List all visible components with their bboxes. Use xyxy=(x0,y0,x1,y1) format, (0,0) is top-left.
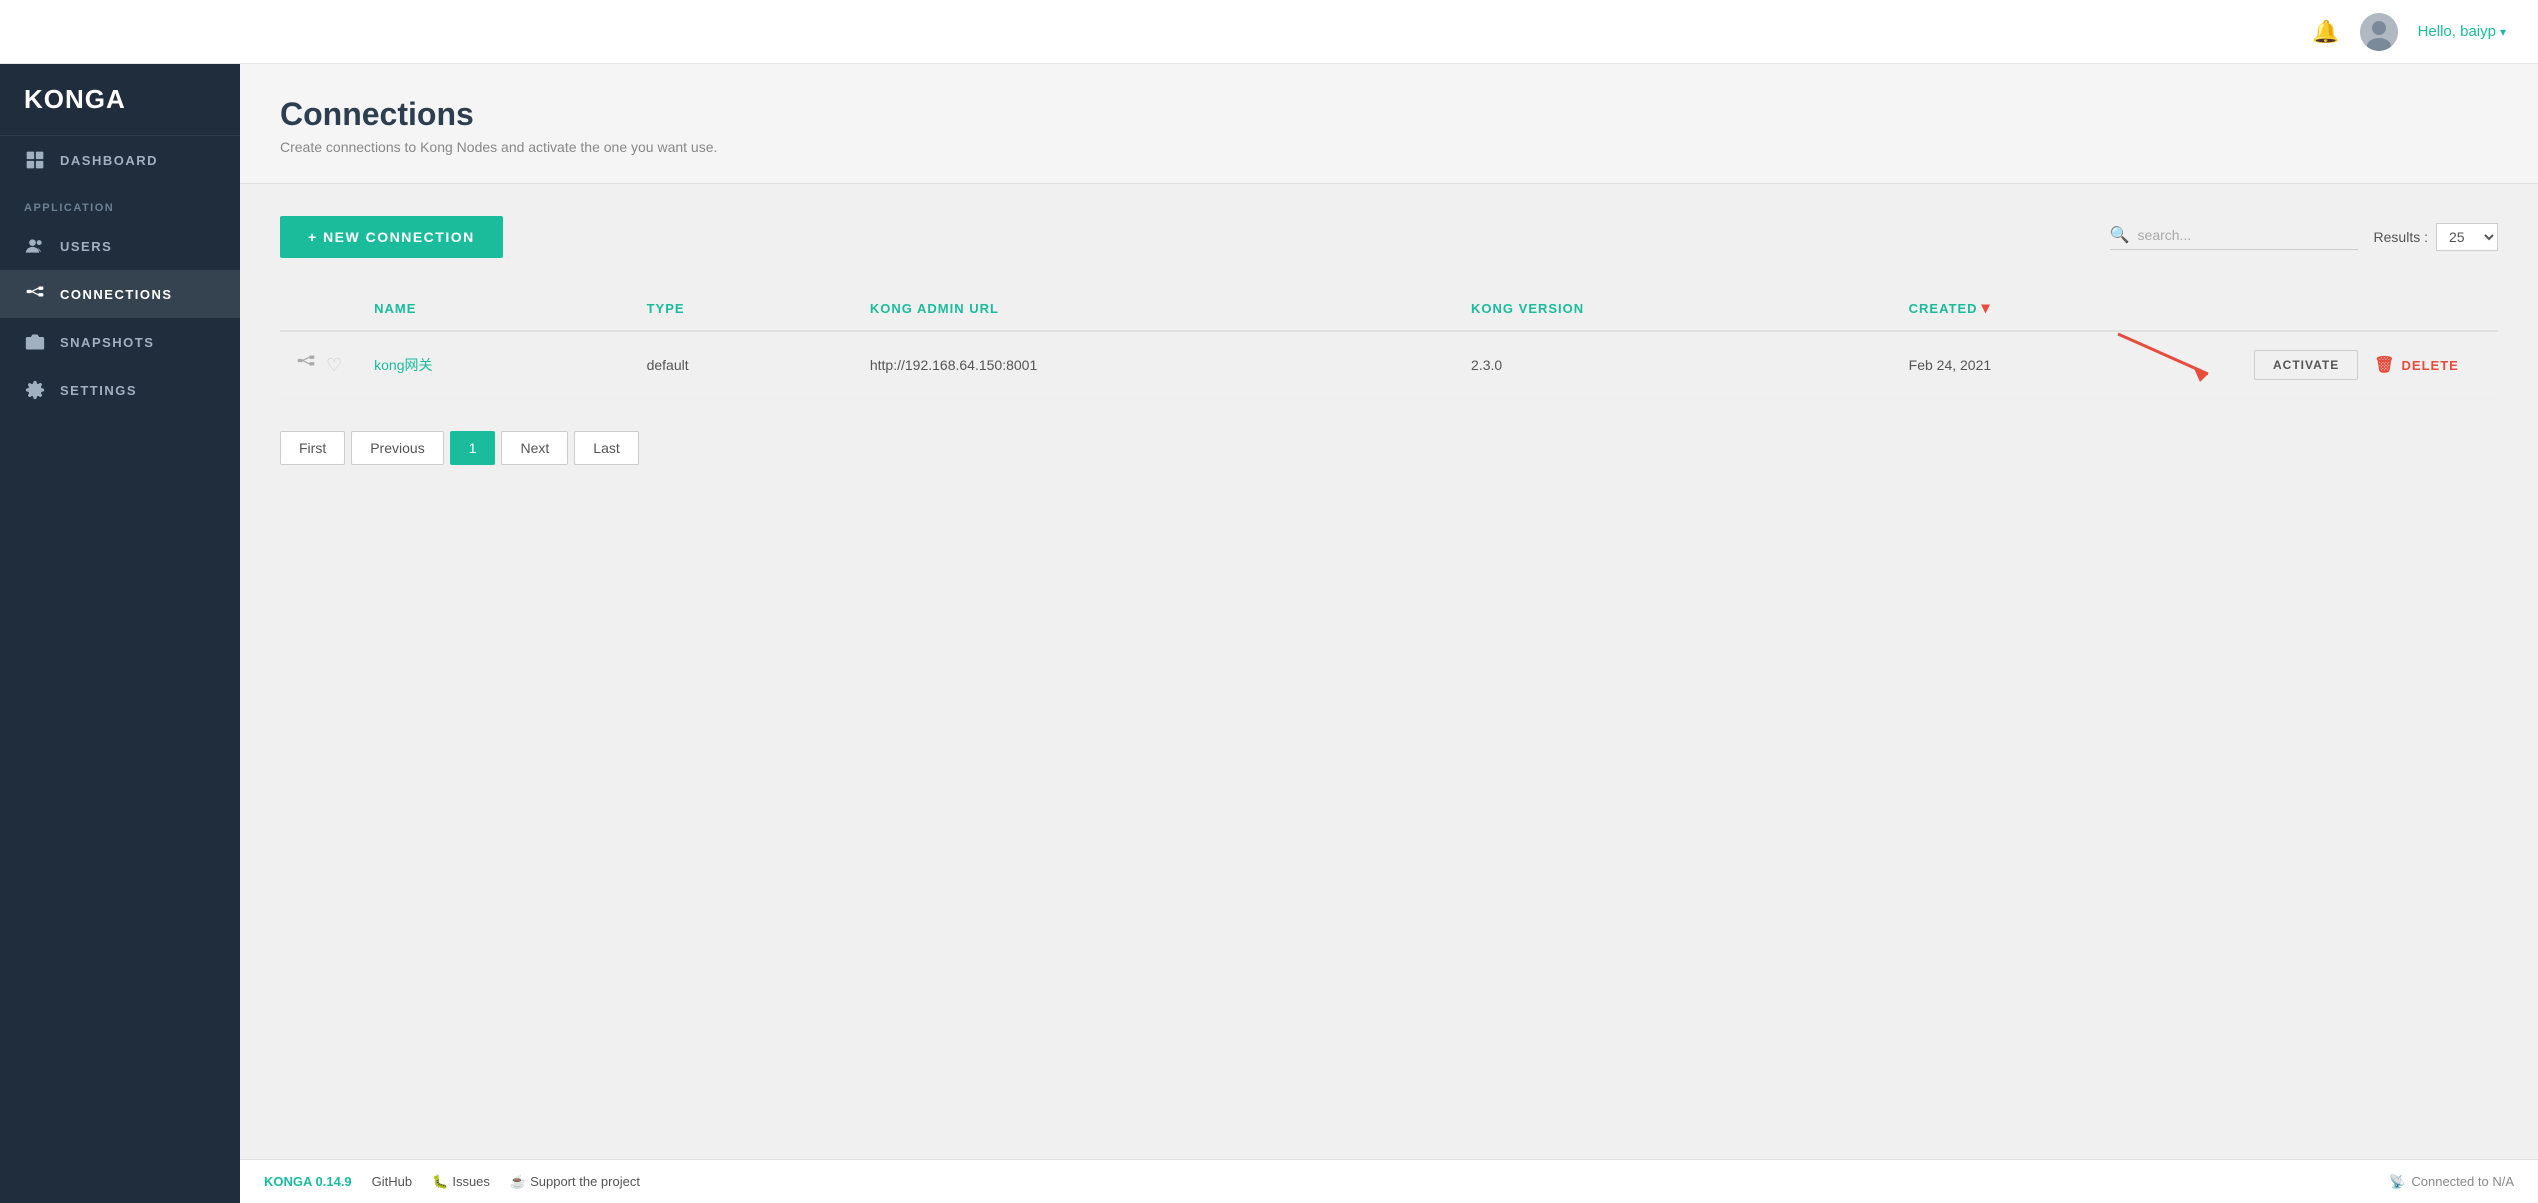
footer-left: KONGA 0.14.9 GitHub 🐛 Issues ☕ Support t… xyxy=(264,1174,640,1190)
gear-icon xyxy=(24,379,46,401)
support-link[interactable]: ☕ Support the project xyxy=(510,1174,640,1190)
connection-url-cell: http://192.168.64.150:8001 xyxy=(854,331,1455,399)
pagination-first-button[interactable]: First xyxy=(280,431,345,465)
pagination-previous-button[interactable]: Previous xyxy=(351,431,443,465)
results-control: Results : 25 50 100 xyxy=(2374,223,2498,251)
col-kong-version[interactable]: KONG VERSION xyxy=(1455,286,1893,331)
sidebar-item-label: SETTINGS xyxy=(60,383,137,398)
results-label: Results : xyxy=(2374,229,2428,245)
sidebar-item-label: USERS xyxy=(60,239,112,254)
sort-down-icon: ▾ xyxy=(1982,298,1991,318)
coffee-icon: ☕ xyxy=(510,1174,526,1190)
sidebar-item-snapshots[interactable]: SNAPSHOTS xyxy=(0,318,240,366)
table-row: ♡ kong网关 default http://192.168.64.150:8… xyxy=(280,331,2498,399)
issues-link[interactable]: 🐛 Issues xyxy=(432,1174,490,1190)
avatar xyxy=(2360,13,2398,51)
sidebar-item-label: DASHBOARD xyxy=(60,153,158,168)
pagination: First Previous 1 Next Last xyxy=(280,431,2498,465)
delete-button[interactable]: 🗑 DELETE xyxy=(2374,355,2459,375)
connected-icon: 📡 xyxy=(2389,1174,2405,1190)
connection-type-icon xyxy=(296,353,316,378)
sidebar-section-application: APPLICATION xyxy=(0,184,240,222)
sidebar-item-settings[interactable]: SETTINGS xyxy=(0,366,240,414)
search-icon: 🔍 xyxy=(2110,225,2130,245)
footer: KONGA 0.14.9 GitHub 🐛 Issues ☕ Support t… xyxy=(240,1159,2538,1203)
connection-version-cell: 2.3.0 xyxy=(1455,331,1893,399)
sidebar-item-label: SNAPSHOTS xyxy=(60,335,154,350)
sidebar-item-dashboard[interactable]: DASHBOARD xyxy=(0,136,240,184)
connections-table-wrapper: NAME TYPE KONG ADMIN URL K xyxy=(280,286,2498,399)
col-type[interactable]: TYPE xyxy=(631,286,854,331)
new-connection-button[interactable]: + NEW CONNECTION xyxy=(280,216,503,258)
sidebar-item-connections[interactable]: CONNECTIONS xyxy=(0,270,240,318)
favorite-icon[interactable]: ♡ xyxy=(326,355,342,376)
col-created[interactable]: CREATED ▾ xyxy=(1893,286,2238,331)
content-area: Connections Create connections to Kong N… xyxy=(240,64,2538,1203)
row-icons-cell: ♡ xyxy=(280,331,358,399)
toolbar-right: 🔍 Results : 25 50 100 xyxy=(2110,223,2498,251)
search-input[interactable] xyxy=(2138,227,2358,243)
search-box: 🔍 xyxy=(2110,225,2358,250)
footer-version: KONGA 0.14.9 xyxy=(264,1174,352,1189)
connection-type-cell: default xyxy=(631,331,854,399)
sidebar-item-users[interactable]: USERS xyxy=(0,222,240,270)
sidebar-item-label: CONNECTIONS xyxy=(60,287,173,302)
connections-table: NAME TYPE KONG ADMIN URL K xyxy=(280,286,2498,399)
connection-name-cell: kong网关 xyxy=(358,331,630,399)
connection-created-cell: Feb 24, 2021 xyxy=(1893,331,2238,399)
page-header: Connections Create connections to Kong N… xyxy=(240,64,2538,184)
page-title: Connections xyxy=(280,96,2498,133)
connected-status: Connected to N/A xyxy=(2411,1174,2514,1189)
grid-icon xyxy=(24,149,46,171)
page-subtitle: Create connections to Kong Nodes and act… xyxy=(280,139,2498,155)
col-name[interactable]: NAME xyxy=(358,286,630,331)
trash-icon: 🗑 xyxy=(2374,355,2395,375)
pagination-page-1-button[interactable]: 1 xyxy=(450,431,496,465)
chevron-down-icon: ▾ xyxy=(2500,25,2506,39)
top-bar-right: 🔔 Hello, baiyp ▾ xyxy=(2312,13,2506,51)
content-section: + NEW CONNECTION 🔍 Results : 25 50 xyxy=(240,184,2538,497)
footer-right: 📡 Connected to N/A xyxy=(2389,1174,2514,1190)
activate-button[interactable]: ACTIVATE xyxy=(2254,350,2358,380)
col-actions xyxy=(2238,286,2498,331)
pagination-last-button[interactable]: Last xyxy=(574,431,638,465)
app-logo: KONGA xyxy=(0,64,240,136)
github-link[interactable]: GitHub xyxy=(372,1174,412,1189)
connection-name-link[interactable]: kong网关 xyxy=(374,357,432,373)
camera-icon xyxy=(24,331,46,353)
sidebar: KONGA DASHBOARD APPLICATION xyxy=(0,64,240,1203)
toolbar: + NEW CONNECTION 🔍 Results : 25 50 xyxy=(280,216,2498,258)
users-icon xyxy=(24,235,46,257)
results-select[interactable]: 25 50 100 xyxy=(2436,223,2498,251)
connections-icon xyxy=(24,283,46,305)
col-icon xyxy=(280,286,358,331)
pagination-next-button[interactable]: Next xyxy=(501,431,568,465)
top-bar: 🔔 Hello, baiyp ▾ xyxy=(0,0,2538,64)
user-greeting[interactable]: Hello, baiyp ▾ xyxy=(2418,23,2506,40)
col-kong-admin-url[interactable]: KONG ADMIN URL xyxy=(854,286,1455,331)
bug-icon: 🐛 xyxy=(432,1174,448,1190)
connection-actions-cell: ACTIVATE 🗑 DELETE xyxy=(2238,331,2498,399)
notification-bell-icon[interactable]: 🔔 xyxy=(2312,19,2339,45)
